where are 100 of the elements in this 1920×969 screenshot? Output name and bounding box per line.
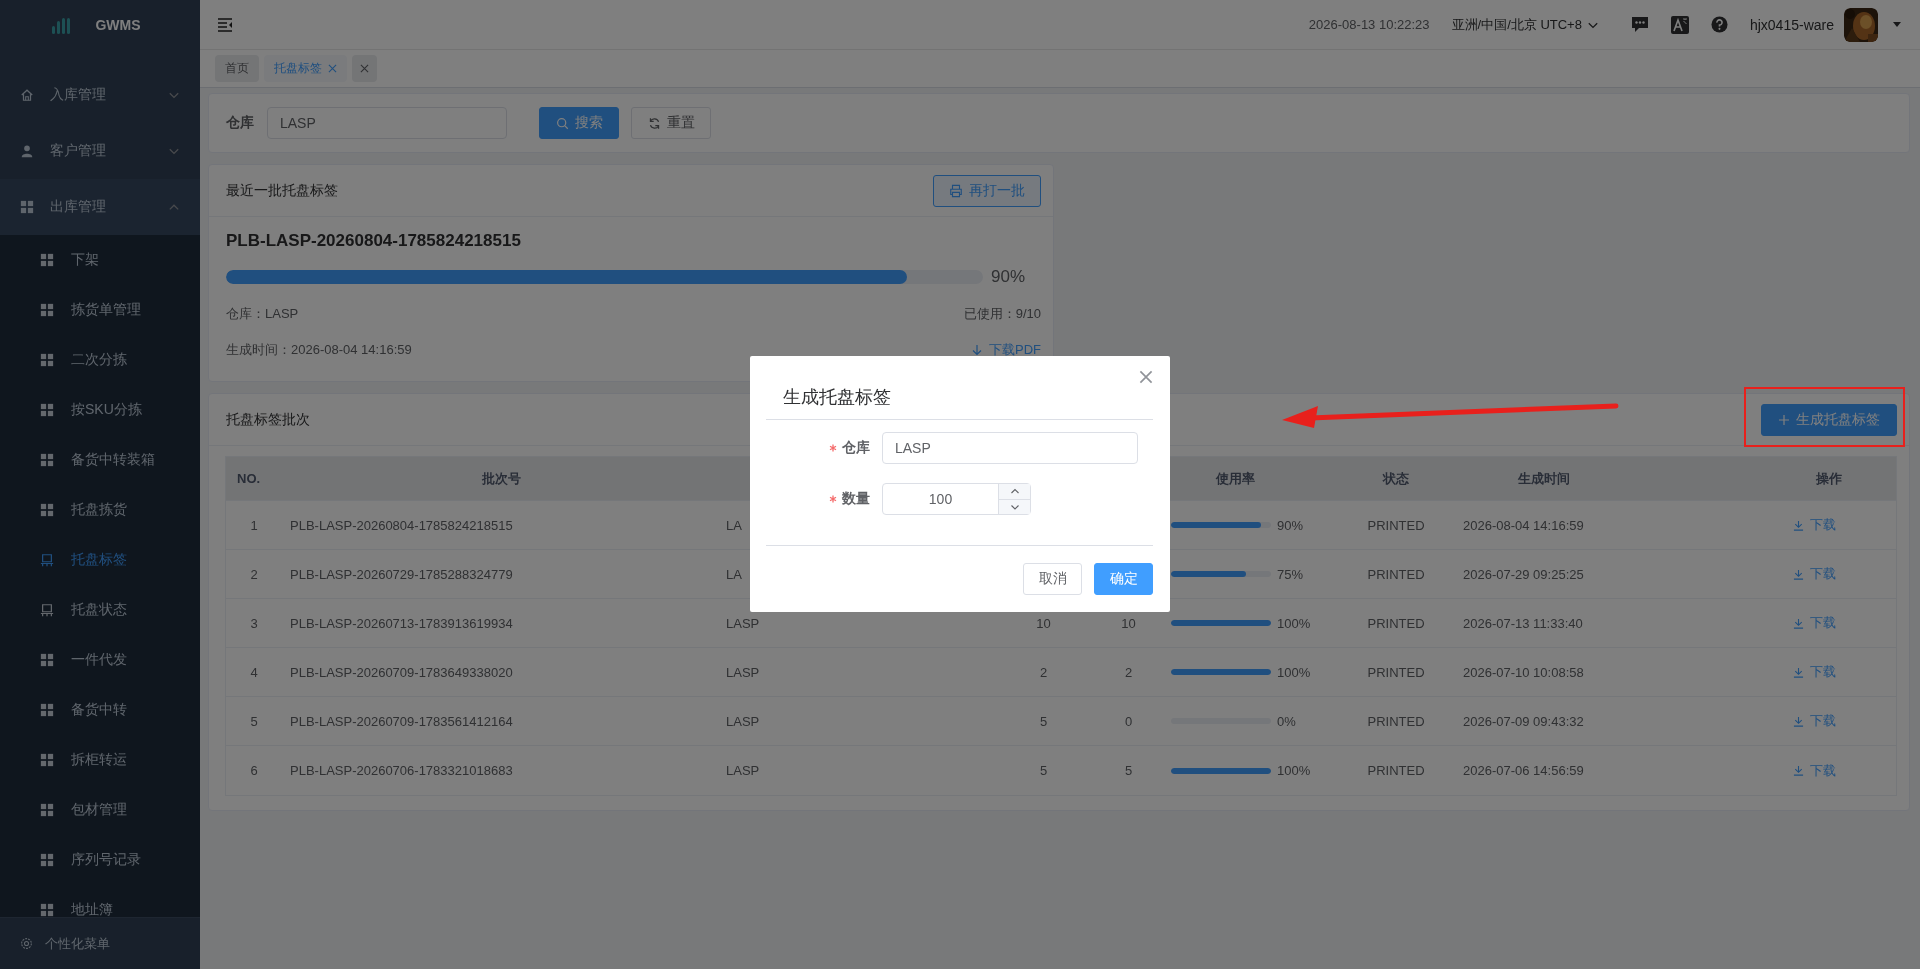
- download-link[interactable]: 下载: [1793, 516, 1836, 534]
- confirm-button[interactable]: 确定: [1094, 563, 1153, 595]
- create-button[interactable]: 生成托盘标签: [1761, 403, 1897, 436]
- warehouse-text: 仓库：LASP: [226, 305, 299, 323]
- tab[interactable]: 首页: [215, 55, 259, 82]
- search-icon: [555, 116, 569, 130]
- grid-icon: [40, 703, 54, 717]
- grid-icon: [20, 200, 34, 214]
- plus-icon: [1778, 413, 1790, 426]
- submenu-item[interactable]: 托盘状态: [0, 585, 200, 635]
- download-link[interactable]: 下载: [1793, 712, 1836, 730]
- app-name: GWMS: [95, 17, 141, 33]
- created-time-text: 生成时间：2026-08-04 14:16:59: [226, 341, 412, 359]
- submenu-item[interactable]: 备货中转: [0, 685, 200, 735]
- grid-icon: [40, 303, 54, 317]
- table-cell: 90%: [1277, 517, 1304, 533]
- warehouse-field[interactable]: LASP: [267, 107, 507, 139]
- download-icon: [1793, 568, 1804, 580]
- submenu-item[interactable]: 包材管理: [0, 785, 200, 835]
- submenu-item[interactable]: 备货中转装箱: [0, 435, 200, 485]
- table-cell: LA: [726, 517, 742, 533]
- submenu-item[interactable]: 拣货单管理: [0, 285, 200, 335]
- download-pdf-link[interactable]: 下载PDF: [971, 341, 1041, 359]
- table-cell: PRINTED: [1367, 517, 1425, 533]
- username-text: hjx0415-ware: [1749, 16, 1834, 33]
- download-link[interactable]: 下载: [1793, 663, 1836, 681]
- table-cell: PRINTED: [1367, 664, 1425, 680]
- grid-icon: [40, 803, 54, 817]
- grid-icon: [40, 753, 54, 767]
- close-icon[interactable]: [1139, 370, 1153, 384]
- grid-icon: [40, 453, 54, 467]
- download-icon: [1793, 617, 1804, 629]
- column-header: 操作: [1815, 469, 1842, 488]
- table-cell: PRINTED: [1367, 763, 1425, 778]
- timezone-select[interactable]: 亚洲/中国/北京 UTC+8: [1451, 15, 1599, 34]
- table-cell: 10: [1036, 615, 1051, 631]
- table-cell: PLB-LASP-20260709-1783561412164: [290, 713, 513, 729]
- person-icon: [20, 144, 34, 158]
- submenu-item[interactable]: 地址簿: [0, 885, 200, 917]
- download-link[interactable]: 下载: [1793, 565, 1836, 583]
- tab[interactable]: 托盘标签: [264, 55, 347, 82]
- quantity-field[interactable]: 100: [882, 483, 1031, 515]
- table-cell: LASP: [726, 713, 760, 729]
- grid-icon: [40, 503, 54, 517]
- menu-fold-icon: [217, 17, 233, 32]
- translate-icon: [1670, 15, 1689, 34]
- table-cell: 5: [1039, 763, 1048, 778]
- submenu-item[interactable]: 托盘标签: [0, 535, 200, 585]
- pallet-icon: [40, 553, 54, 567]
- dialog-title: 生成托盘标签: [766, 356, 1153, 420]
- submenu-item[interactable]: 托盘拣货: [0, 485, 200, 535]
- refresh-icon: [647, 116, 661, 130]
- warehouse-field[interactable]: LASP: [882, 432, 1138, 464]
- search-button[interactable]: 搜索: [539, 107, 619, 139]
- column-header: 使用率: [1216, 469, 1255, 488]
- submenu-item[interactable]: 序列号记录: [0, 835, 200, 885]
- grid-icon: [40, 403, 54, 417]
- column-header: 状态: [1383, 469, 1409, 488]
- table-cell: 2026-07-06 14:56:59: [1463, 763, 1584, 778]
- table-cell: 2: [1039, 664, 1048, 680]
- download-link[interactable]: 下载: [1793, 614, 1836, 632]
- menu-item[interactable]: 客户管理: [0, 123, 200, 179]
- table-cell: 100%: [1277, 763, 1311, 778]
- table-cell: PLB-LASP-20260804-1785824218515: [290, 517, 513, 533]
- table-cell: PLB-LASP-20260729-1785288324779: [290, 566, 513, 582]
- close-tabs-button[interactable]: [352, 55, 377, 82]
- download-icon: [1793, 715, 1804, 727]
- help-icon: [1710, 16, 1728, 33]
- grid-icon: [40, 653, 54, 667]
- table-cell: LASP: [726, 664, 760, 680]
- submenu-item[interactable]: 一件代发: [0, 635, 200, 685]
- download-icon: [1793, 765, 1804, 776]
- download-icon: [1793, 666, 1804, 678]
- table-cell: 2: [250, 566, 258, 582]
- table-cell: 100%: [1277, 664, 1311, 680]
- table-cell: 10: [1121, 615, 1136, 631]
- table-cell: PLB-LASP-20260709-1783649338020: [290, 664, 513, 680]
- increment-button[interactable]: [999, 484, 1030, 499]
- submenu-item[interactable]: 拆柜转运: [0, 735, 200, 785]
- reset-button[interactable]: 重置: [631, 107, 711, 139]
- close-icon: [328, 64, 337, 73]
- table-cell: 5: [1124, 763, 1133, 778]
- download-link[interactable]: 下载: [1793, 761, 1836, 780]
- grid-icon: [40, 903, 54, 917]
- reprint-button[interactable]: 再打一批: [933, 174, 1041, 207]
- cancel-button[interactable]: 取消: [1023, 563, 1082, 595]
- table-cell: LASP: [726, 615, 760, 631]
- table-cell: 100%: [1277, 615, 1311, 631]
- submenu-item[interactable]: 按SKU分拣: [0, 385, 200, 435]
- progress-reading: 90%: [991, 267, 1026, 287]
- menu-item[interactable]: 入库管理: [0, 67, 200, 123]
- download-icon: [1793, 519, 1804, 531]
- submenu-item[interactable]: 下架: [0, 235, 200, 285]
- home-icon: [20, 88, 34, 102]
- field-label: 数量: [842, 490, 870, 508]
- table-cell: PRINTED: [1367, 566, 1425, 582]
- table-cell: 1: [250, 517, 258, 533]
- table-cell: 2026-07-09 09:43:32: [1463, 713, 1584, 729]
- printer-icon: [949, 183, 963, 198]
- menu-item[interactable]: 出库管理: [0, 179, 200, 235]
